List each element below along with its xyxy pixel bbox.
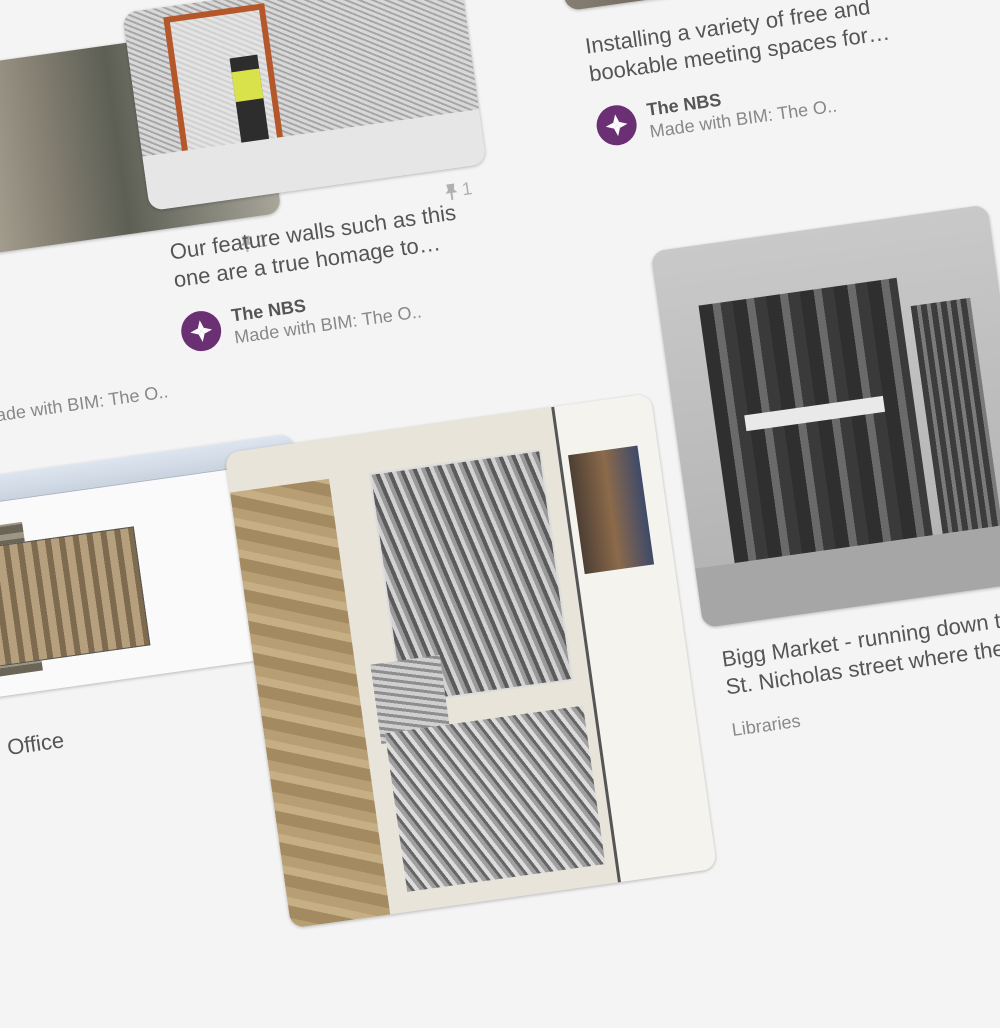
- pin-card[interactable]: Bigg Market - running down to St. Nichol…: [650, 204, 1000, 742]
- pin-credit[interactable]: Made with BIM: The O..: [0, 361, 305, 430]
- hi-vis-vest: [231, 68, 264, 103]
- nbs-avatar-icon[interactable]: [178, 308, 224, 354]
- pin-board: 1 Made with BIM: The O.. 1 Office: [0, 0, 1000, 1028]
- pin-image[interactable]: [650, 204, 1000, 629]
- credit-board[interactable]: Libraries: [730, 710, 802, 741]
- pin-image[interactable]: [224, 393, 718, 929]
- credit-board: Made with BIM: The O..: [0, 381, 170, 428]
- archive-photo: [384, 705, 606, 892]
- pin-card[interactable]: [224, 393, 718, 929]
- save-count: 1: [443, 178, 474, 203]
- building-model: [0, 526, 151, 668]
- pushpin-icon: [443, 182, 459, 202]
- pin-card[interactable]: 1 Our feature walls such as this one are…: [122, 0, 507, 358]
- pin-card[interactable]: Installing a variety of free and bookabl…: [560, 0, 923, 152]
- nbs-avatar-icon[interactable]: [594, 102, 640, 148]
- pin-image[interactable]: [122, 0, 487, 212]
